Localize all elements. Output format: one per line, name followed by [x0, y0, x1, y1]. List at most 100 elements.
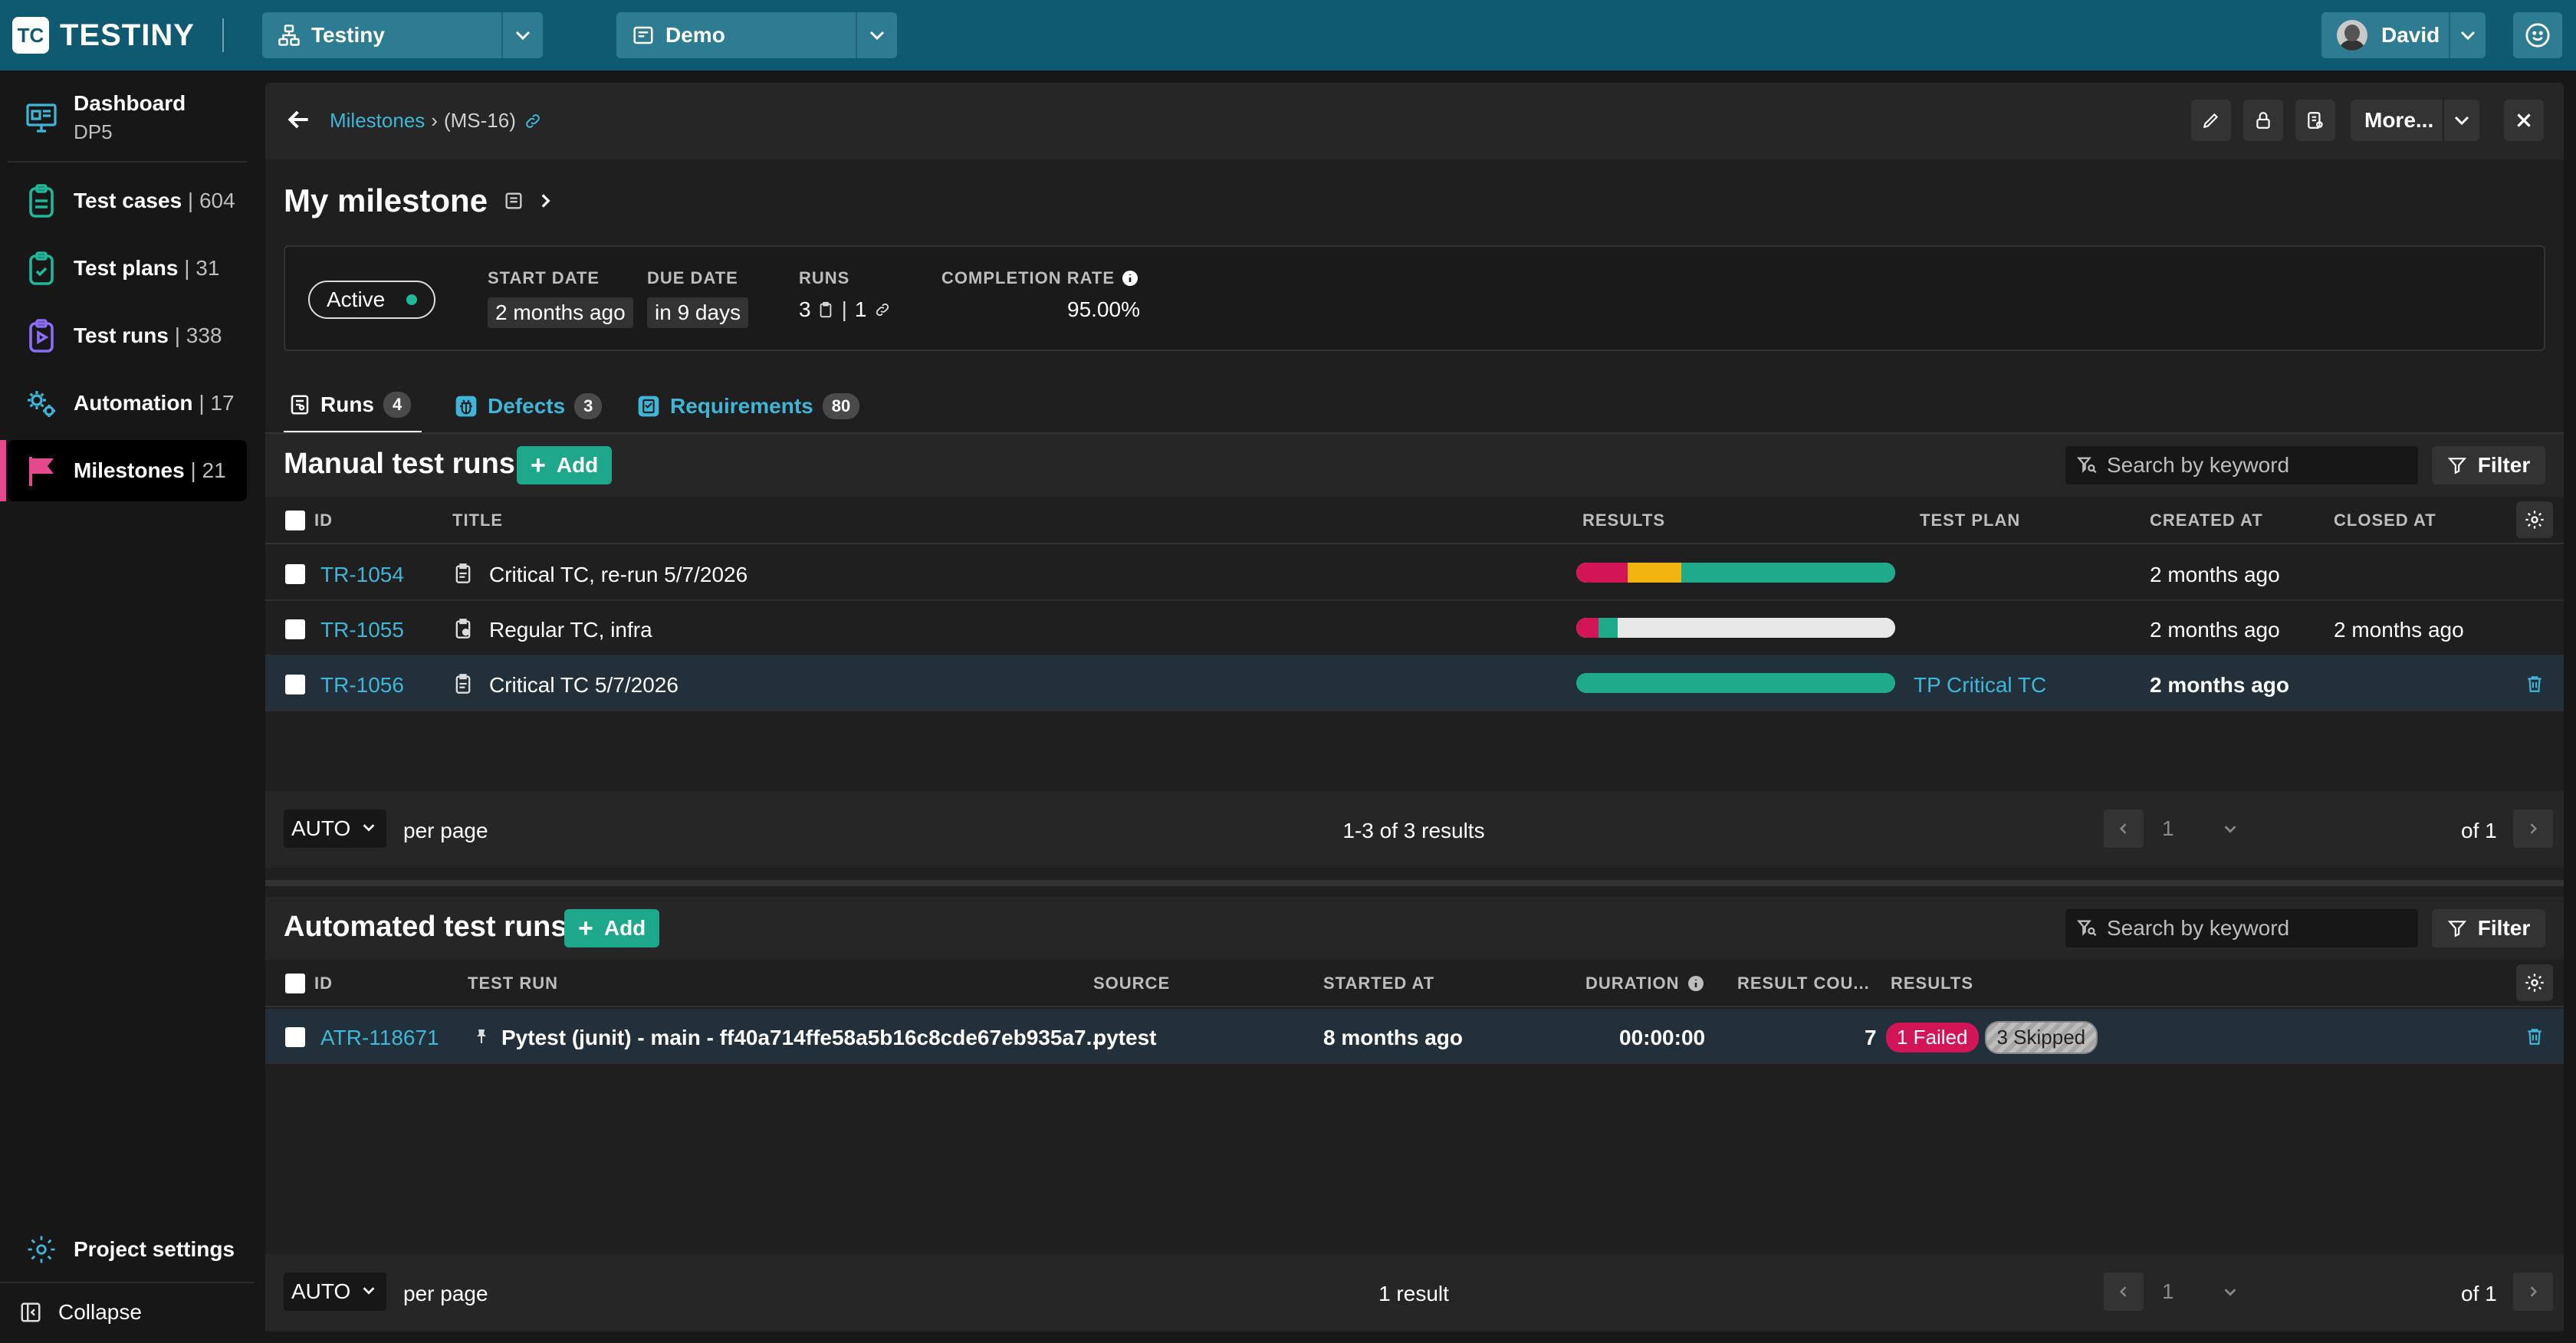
search-input[interactable]: Search by keyword: [2065, 446, 2418, 484]
link-icon: [874, 301, 891, 318]
logo-mark: TC: [12, 17, 49, 54]
row-checkbox[interactable]: [285, 675, 305, 694]
column-source[interactable]: SOURCE: [1093, 974, 1170, 993]
tab-label: Defects: [488, 394, 566, 418]
column-created-at[interactable]: CREATED AT: [2150, 511, 2263, 530]
close-button[interactable]: [2504, 100, 2544, 141]
chevron-down-icon: [360, 1282, 377, 1299]
table-row[interactable]: TR-1055 Regular TC, infra 2 months ago 2…: [265, 601, 2564, 656]
column-test-plan[interactable]: TEST PLAN: [1920, 511, 2020, 530]
tab-requirements[interactable]: Requirements 80: [636, 379, 860, 434]
row-checkbox[interactable]: [285, 1027, 305, 1047]
run-title[interactable]: Regular TC, infra: [489, 618, 652, 642]
page-total: of 1: [2461, 1282, 2497, 1305]
info-icon[interactable]: [1121, 269, 1139, 287]
row-checkbox[interactable]: [285, 564, 305, 584]
search-placeholder: Search by keyword: [2107, 453, 2290, 477]
run-id-link[interactable]: TR-1055: [320, 618, 404, 642]
table-row[interactable]: ATR-118671 Pytest (junit) - main - ff40a…: [265, 1009, 2564, 1064]
filter-button[interactable]: Filter: [2432, 909, 2545, 947]
run-title[interactable]: Critical TC 5/7/2026: [489, 673, 678, 698]
project-settings-link[interactable]: Project settings: [8, 1222, 247, 1277]
project-selector[interactable]: Testiny: [262, 12, 543, 58]
per-page-select[interactable]: AUTO: [284, 1272, 386, 1311]
table-row[interactable]: TR-1054 Critical TC, re-run 5/7/2026 2 m…: [265, 546, 2564, 601]
page-select[interactable]: 1: [2151, 1272, 2243, 1311]
section-title: Automated test runs: [284, 911, 567, 943]
test-plan-link[interactable]: TP Critical TC: [1914, 673, 2046, 698]
feedback-button[interactable]: [2513, 12, 2562, 58]
column-title[interactable]: TITLE: [452, 511, 503, 530]
completion-rate: COMPLETION RATE 95.00%: [941, 268, 1140, 322]
search-input[interactable]: Search by keyword: [2065, 909, 2418, 947]
started-at: 8 months ago: [1323, 1026, 1464, 1049]
lock-button[interactable]: [2243, 100, 2283, 141]
add-manual-run-button[interactable]: + Add: [517, 446, 613, 484]
arrow-left-icon: [284, 104, 314, 135]
tab-runs[interactable]: Runs 4: [284, 379, 422, 434]
copy-link-icon[interactable]: [524, 112, 542, 130]
workspace-selector[interactable]: Demo: [616, 12, 897, 58]
column-result-count[interactable]: RESULT COU...: [1737, 974, 1870, 993]
results-bar[interactable]: [1576, 673, 1895, 693]
add-automated-run-button[interactable]: + Add: [564, 909, 660, 947]
user-menu[interactable]: David: [2321, 12, 2486, 58]
sidebar-item-test-cases[interactable]: Test cases | 604: [8, 170, 247, 231]
results-bar[interactable]: [1576, 563, 1895, 583]
filter-button[interactable]: Filter: [2432, 446, 2545, 484]
search-filter-icon: [2076, 455, 2098, 476]
sidebar-item-test-runs[interactable]: Test runs | 338: [8, 305, 247, 366]
test-run-name[interactable]: Pytest (junit) - main - ff40a714ffe58a5b…: [501, 1026, 1104, 1050]
breadcrumb-milestones[interactable]: Milestones: [330, 109, 425, 133]
page-select[interactable]: 1: [2151, 809, 2243, 848]
failed-badge[interactable]: 1 Failed: [1886, 1023, 1979, 1052]
select-all-checkbox[interactable]: [285, 974, 305, 993]
prev-page-button[interactable]: [2104, 809, 2144, 848]
per-page-label: per page: [403, 1282, 488, 1305]
column-id[interactable]: ID: [314, 511, 333, 530]
description-icon[interactable]: [503, 190, 524, 212]
column-closed-at[interactable]: CLOSED AT: [2334, 511, 2436, 530]
results-bar[interactable]: [1576, 618, 1895, 638]
table-row[interactable]: TR-1056 Critical TC 5/7/2026 TP Critical…: [265, 656, 2564, 711]
column-settings-button[interactable]: [2516, 964, 2553, 1001]
run-id-link[interactable]: TR-1054: [320, 563, 404, 587]
column-results[interactable]: RESULTS: [1891, 974, 1973, 993]
column-results[interactable]: RESULTS: [1582, 511, 1665, 530]
per-page-select[interactable]: AUTO: [284, 809, 386, 848]
column-test-run[interactable]: TEST RUN: [468, 974, 558, 993]
collapse-button[interactable]: Collapse: [8, 1288, 247, 1337]
more-menu-button[interactable]: More...: [2351, 100, 2479, 141]
run-id-link[interactable]: ATR-118671: [320, 1026, 439, 1050]
edit-button[interactable]: [2191, 100, 2231, 141]
next-page-button[interactable]: [2513, 1272, 2553, 1311]
next-page-button[interactable]: [2513, 809, 2553, 848]
page-title-row: My milestone: [284, 182, 555, 219]
skipped-badge[interactable]: 3 Skipped: [1984, 1021, 2098, 1054]
chevron-down-icon: [360, 819, 377, 836]
sidebar-item-milestones[interactable]: Milestones | 21: [0, 440, 247, 501]
sidebar-item-test-plans[interactable]: Test plans | 31: [8, 238, 247, 299]
sidebar-item-automation[interactable]: Automation | 17: [8, 373, 247, 434]
delete-row-button[interactable]: [2519, 668, 2550, 699]
tab-defects[interactable]: Defects 3: [454, 379, 603, 434]
top-bar: TC TESTINY Testiny Demo David: [0, 0, 2576, 71]
prev-page-button[interactable]: [2104, 1272, 2144, 1311]
run-id-link[interactable]: TR-1056: [320, 673, 404, 698]
back-button[interactable]: [284, 104, 314, 135]
status-badge[interactable]: Active: [308, 281, 436, 319]
divider: [8, 161, 247, 163]
column-settings-button[interactable]: [2516, 501, 2553, 538]
column-id[interactable]: ID: [314, 974, 333, 993]
report-button[interactable]: [2295, 100, 2335, 141]
chevron-right-icon[interactable]: [535, 191, 555, 211]
run-title[interactable]: Critical TC, re-run 5/7/2026: [489, 563, 748, 587]
select-all-checkbox[interactable]: [285, 511, 305, 530]
delete-row-button[interactable]: [2519, 1021, 2550, 1052]
row-checkbox[interactable]: [285, 619, 305, 639]
collapse-icon: [15, 1301, 46, 1324]
sidebar-item-dashboard[interactable]: Dashboard DP5: [8, 86, 247, 149]
column-started-at[interactable]: STARTED AT: [1323, 974, 1434, 993]
app-logo[interactable]: TC TESTINY: [12, 17, 195, 54]
column-duration[interactable]: DURATION: [1585, 974, 1705, 993]
